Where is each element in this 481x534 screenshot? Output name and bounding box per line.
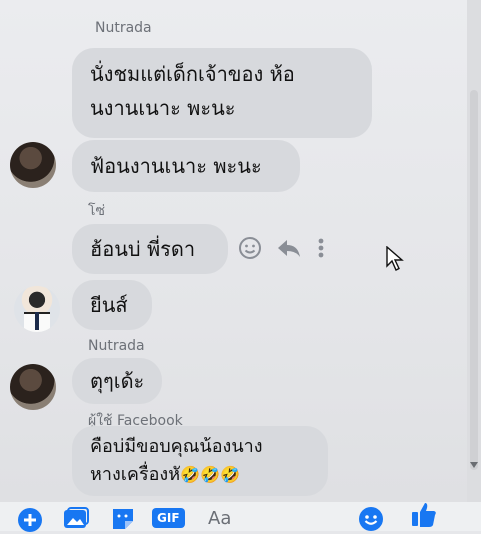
message-line: หางเครื่องหั🤣🤣🤣	[90, 461, 310, 489]
sender-name: Nutrada	[88, 338, 145, 354]
avatar[interactable]	[10, 364, 56, 410]
sender-name: Nutrada	[95, 20, 152, 36]
more-icon[interactable]	[316, 236, 326, 260]
sender-name: โซ่	[88, 203, 106, 219]
like-icon[interactable]	[410, 500, 438, 528]
message-text: ตุๆเด้ะ	[90, 369, 145, 393]
reply-icon[interactable]	[276, 237, 302, 259]
message-line: นงานเนาะ พะนะ	[90, 96, 236, 120]
scroll-down-icon[interactable]	[470, 462, 478, 468]
message-text: ยีนส์	[90, 293, 128, 317]
message-bubble[interactable]: นั่งชมแต่เด็กเจ้าของ ห้อ นงานเนาะ พะนะ	[72, 48, 372, 138]
image-icon[interactable]	[62, 506, 90, 532]
mouse-cursor-icon	[386, 246, 404, 271]
plus-icon[interactable]	[16, 506, 44, 534]
smiley-icon[interactable]	[238, 236, 262, 260]
avatar[interactable]	[10, 142, 56, 188]
avatar[interactable]	[14, 286, 60, 332]
message-actions	[238, 236, 326, 260]
message-input[interactable]: Aa	[208, 508, 231, 529]
message-bubble[interactable]: ยีนส์	[72, 280, 152, 330]
message-bubble[interactable]: ฮ้อนบ่ พี่รดา	[72, 224, 228, 274]
message-line: นั่งชมแต่เด็กเจ้าของ ห้อ	[90, 62, 295, 86]
emoji-laughing-icon: 🤣🤣🤣	[180, 465, 240, 484]
sticker-icon[interactable]	[110, 506, 136, 532]
message-line-text: หางเครื่องหั	[90, 464, 181, 485]
emoji-icon[interactable]	[358, 506, 384, 532]
message-bubble[interactable]: ตุๆเด้ะ	[72, 358, 162, 404]
message-text: ฟ้อนงานเนาะ พะนะ	[90, 154, 262, 178]
message-text: ฮ้อนบ่ พี่รดา	[90, 237, 196, 261]
scrollbar-thumb[interactable]	[470, 90, 478, 470]
chat-panel: Nutrada นั่งชมแต่เด็กเจ้าของ ห้อ นงานเนา…	[0, 0, 481, 534]
message-bubble[interactable]: ฟ้อนงานเนาะ พะนะ	[72, 140, 300, 192]
scrollbar[interactable]	[467, 0, 481, 531]
message-line: คือบ่มีขอบคุณน้องนาง	[90, 436, 263, 457]
gif-icon[interactable]: GIF	[152, 508, 185, 528]
message-bubble[interactable]: คือบ่มีขอบคุณน้องนาง หางเครื่องหั🤣🤣🤣	[72, 426, 328, 496]
